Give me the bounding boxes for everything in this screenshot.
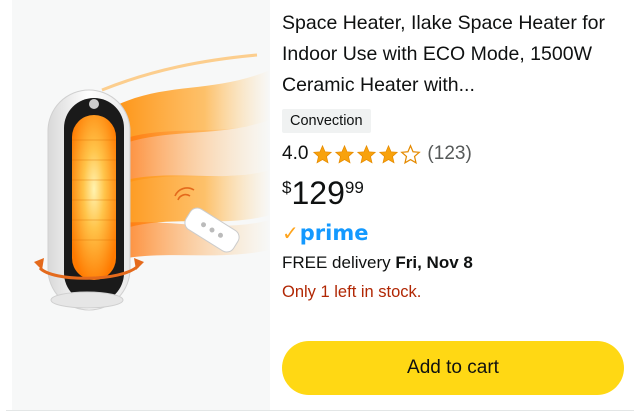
stock-status: Only 1 left in stock.	[282, 283, 422, 301]
rating-stars[interactable]	[312, 143, 422, 165]
star-filled-icon	[379, 144, 399, 164]
star-filled-icon	[357, 144, 377, 164]
product-card[interactable]: Space Heater, Ilake Space Heater for Ind…	[6, 0, 634, 411]
space-heater-image	[34, 53, 270, 311]
review-count[interactable]: (123)	[427, 143, 471, 165]
price: $ 129 99	[282, 175, 632, 215]
rating-value: 4.0	[282, 143, 309, 164]
star-filled-icon	[313, 144, 333, 164]
convection-badge: Convection	[282, 109, 371, 133]
price-whole: 129	[291, 175, 345, 211]
product-title[interactable]: Space Heater, Ilake Space Heater for Ind…	[282, 8, 632, 101]
product-image[interactable]	[12, 0, 270, 410]
rating-row[interactable]: 4.0 (123)	[282, 141, 632, 167]
product-info: Space Heater, Ilake Space Heater for Ind…	[282, 8, 632, 302]
delivery-info: FREE delivery Fri, Nov 8	[282, 253, 632, 273]
price-fraction: 99	[344, 178, 364, 197]
star-outline-icon	[400, 143, 422, 164]
delivery-date: Fri, Nov 8	[395, 253, 473, 272]
prime-check-icon: ✓	[282, 221, 299, 245]
prime-badge: ✓ prime	[282, 221, 632, 245]
add-to-cart-button[interactable]: Add to cart	[282, 341, 624, 395]
star-filled-icon	[335, 144, 355, 164]
price-symbol: $	[282, 178, 292, 197]
prime-label: prime	[299, 221, 369, 245]
delivery-prefix: FREE delivery	[282, 253, 391, 272]
